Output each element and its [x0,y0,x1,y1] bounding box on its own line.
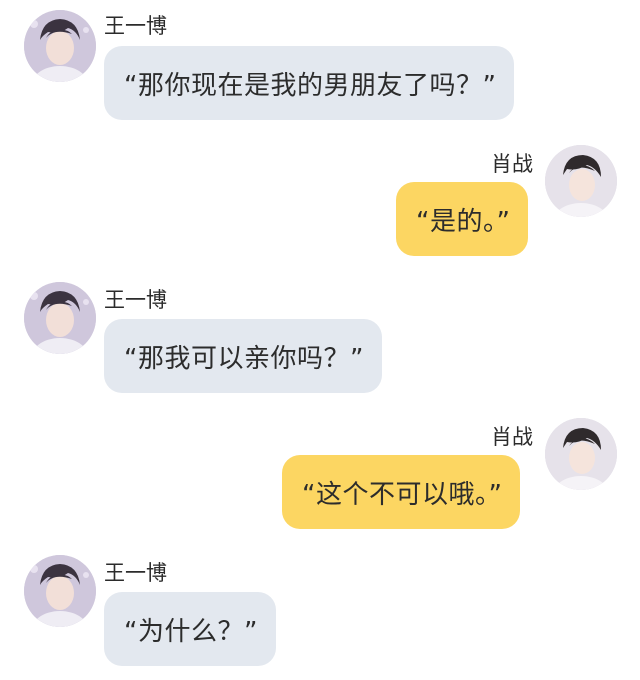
sender-avatar[interactable] [24,10,96,82]
message-bubble[interactable]: “是的。” [396,182,529,256]
sender-name: 肖战 [491,425,533,449]
message-bubble[interactable]: “那我可以亲你吗？” [104,319,382,393]
sender-name: 王一博 [104,561,167,585]
sender-name: 肖战 [491,152,533,176]
sender-name: 王一博 [104,288,167,312]
sender-avatar[interactable] [545,418,617,490]
sender-avatar[interactable] [24,282,96,354]
sender-avatar[interactable] [24,555,96,627]
message-bubble[interactable]: “这个不可以哦。” [282,455,521,529]
message-bubble[interactable]: “那你现在是我的男朋友了吗？” [104,46,515,120]
message-bubble[interactable]: “为什么？” [104,592,276,666]
sender-avatar[interactable] [545,145,617,217]
sender-name: 王一博 [104,14,167,38]
